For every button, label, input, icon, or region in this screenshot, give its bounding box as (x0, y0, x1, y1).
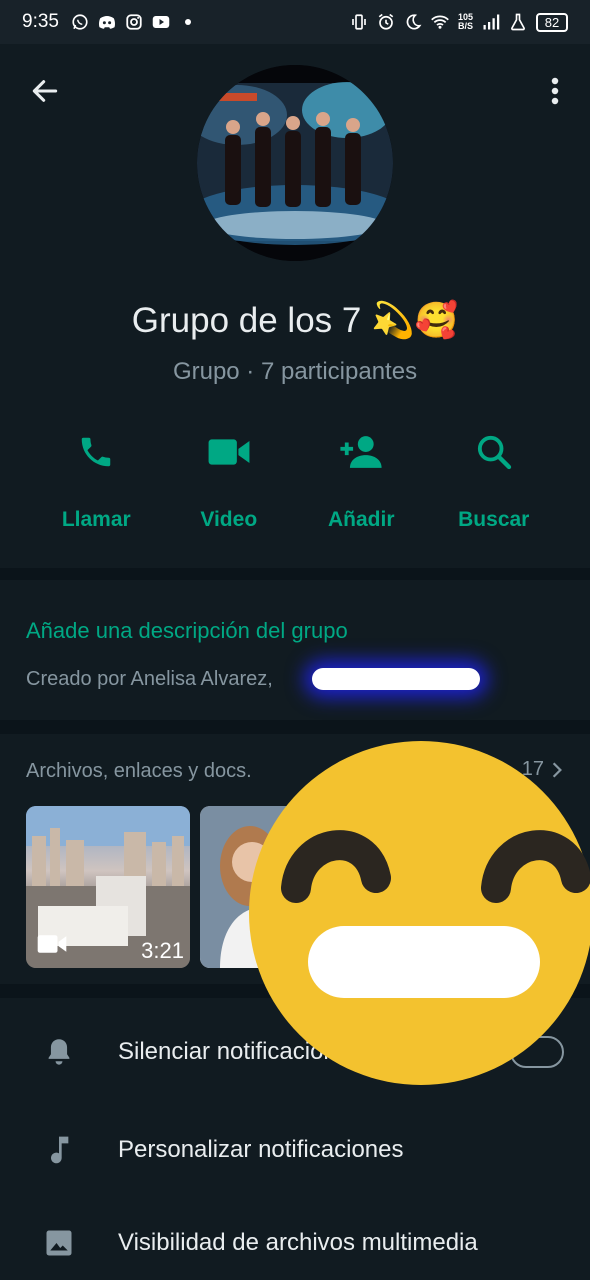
created-by-text: Creado por Anelisa Alvarez, (26, 668, 564, 691)
call-button[interactable]: Llamar (30, 428, 163, 532)
custom-notifications-label: Personalizar notificaciones (118, 1136, 404, 1163)
moon-icon (404, 13, 422, 31)
grinning-face-icon (249, 741, 590, 1085)
discord-icon (98, 13, 116, 31)
video-duration: 3:21 (141, 938, 184, 963)
video-button[interactable]: Video (163, 428, 296, 532)
media-title[interactable]: Archivos, enlaces y docs. (26, 760, 252, 783)
group-info-header: Grupo de los 7 💫🥰 Grupo · 7 participante… (0, 44, 590, 568)
group-subtitle: Grupo · 7 participantes (172, 358, 418, 385)
search-icon (470, 428, 518, 476)
redaction-mark (312, 668, 480, 690)
call-label: Llamar (61, 508, 131, 531)
signal-icon (482, 13, 500, 31)
media-visibility-label: Visibilidad de archivos multimedia (118, 1229, 478, 1256)
media-visibility-row[interactable]: Visibilidad de archivos multimedia (0, 1203, 590, 1280)
video-camera-icon (36, 933, 68, 960)
action-buttons: Llamar Video Añadir Buscar (30, 428, 560, 532)
system-icons: 105 B/S 82 (350, 12, 568, 32)
search-button[interactable]: Buscar (428, 428, 561, 532)
media-thumbnail-video[interactable]: 3:21 (26, 806, 190, 968)
wifi-icon (431, 13, 449, 31)
notification-icons (71, 13, 197, 31)
add-description-link[interactable]: Añade una descripción del grupo (26, 618, 564, 644)
status-bar: 9:35 105 B/S 82 (0, 0, 590, 44)
flask-icon (509, 13, 527, 31)
created-by-label: Creado por Anelisa Alvarez, (26, 668, 273, 690)
group-photo-image (197, 65, 393, 261)
vibrate-icon (350, 13, 368, 31)
description-section: Añade una descripción del grupo Creado p… (0, 580, 590, 720)
net-speed: 105 B/S (457, 12, 473, 31)
video-label: Video (200, 508, 258, 531)
group-avatar[interactable] (197, 65, 393, 261)
back-button[interactable] (26, 72, 64, 110)
add-participant-button[interactable]: Añadir (295, 428, 428, 532)
group-name: Grupo de los 7 💫🥰 (131, 301, 459, 340)
search-label: Buscar (458, 508, 530, 531)
battery-indicator: 82 (536, 12, 568, 32)
grinning-emoji-sticker (246, 738, 590, 1088)
bell-icon (44, 1037, 74, 1067)
image-icon (44, 1228, 74, 1258)
phone-icon (72, 428, 120, 476)
alarm-icon (377, 13, 395, 31)
video-icon (205, 428, 253, 476)
add-person-icon (337, 428, 385, 476)
dot-icon (179, 13, 197, 31)
custom-notifications-row[interactable]: Personalizar notificaciones (0, 1110, 590, 1190)
more-vertical-icon (551, 77, 559, 105)
arrow-left-icon (32, 80, 58, 102)
music-note-icon (44, 1135, 74, 1165)
add-label: Añadir (327, 508, 395, 531)
status-time: 9:35 (22, 11, 59, 32)
youtube-icon (152, 13, 170, 31)
whatsapp-icon (71, 13, 89, 31)
instagram-icon (125, 13, 143, 31)
more-options-button[interactable] (540, 72, 570, 110)
